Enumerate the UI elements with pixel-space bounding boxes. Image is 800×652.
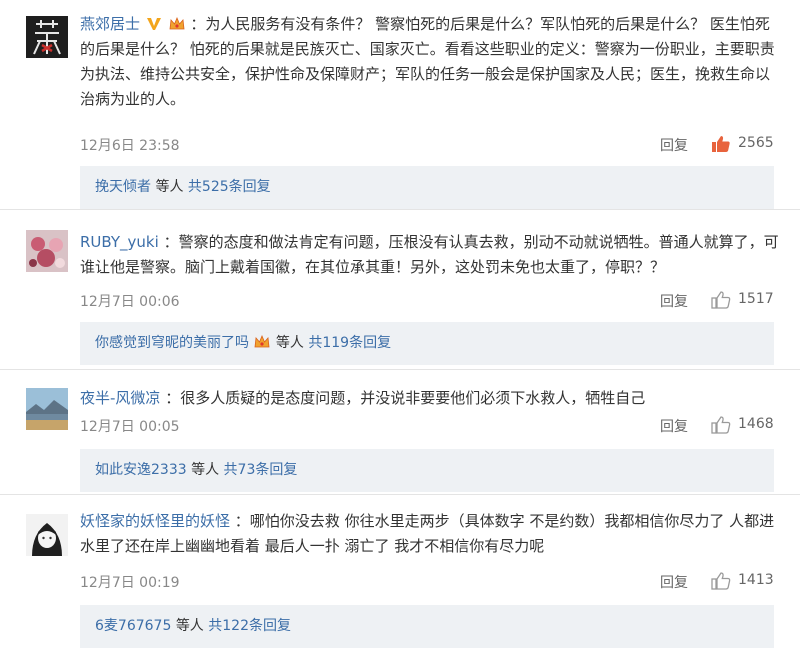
comment-body: 夜半-风微凉 ：很多人质疑的是态度问题，并没说非要要他们必须下水救人，牺牲自己 [80,386,780,411]
reply-summary-suffix: 等人 [155,179,184,195]
reply-summary[interactable]: 你感觉到穹昵的美丽了吗 等人 共119条回复 [80,322,774,365]
avatar[interactable] [26,514,68,556]
comment-username[interactable]: 夜半-风微凉 [80,389,160,407]
crown-badge-icon [169,15,185,31]
comment-meta: 12月7日 00:19 回复 1413 [80,572,780,592]
like-count: 1517 [738,291,774,307]
reply-summary-suffix: 等人 [275,335,304,351]
comment-time: 12月7日 00:19 [80,575,180,591]
comment-text: ：警察的态度和做法肯定有问题，压根没有认真去救，别动不动就说牺牲。普通人就算了，… [80,233,779,276]
reply-button[interactable]: 回复 [660,135,688,155]
reply-button[interactable]: 回复 [660,572,688,592]
avatar[interactable] [26,230,68,272]
like-count: 1413 [738,572,774,588]
reply-summary-suffix: 等人 [191,462,220,478]
thumbs-up-icon [711,572,731,590]
comment-body: RUBY_yuki ：警察的态度和做法肯定有问题，压根没有认真去救，别动不动就说… [80,230,780,280]
thumbs-up-icon [711,291,731,309]
comment-time: 12月6日 23:58 [80,138,180,154]
reply-summary[interactable]: 挽天倾者 等人 共525条回复 [80,166,774,209]
comment-username[interactable]: 燕郊居士 [80,15,140,33]
comment-body: 燕郊居士 ：为人民服务有没有条件？ 警察怕死的后果是什么？军队怕死的后果是什么？… [80,12,780,112]
comment-time: 12月7日 00:05 [80,419,180,435]
comment-meta: 12月6日 23:58 回复 2565 [80,135,780,155]
reply-summary-user[interactable]: 6麦767675 [95,618,171,634]
reply-summary[interactable]: 6麦767675 等人 共122条回复 [80,605,774,648]
reply-summary-suffix: 等人 [175,618,204,634]
like-count: 2565 [738,135,774,151]
like-count: 1468 [738,416,774,432]
reply-summary-total[interactable]: 共122条回复 [208,618,291,634]
comment-item: RUBY_yuki ：警察的态度和做法肯定有问题，压根没有认真去救，别动不动就说… [0,210,800,370]
thumbs-up-icon [712,136,730,152]
v-verified-icon [146,15,162,31]
comment-meta: 12月7日 00:06 回复 1517 [80,291,780,311]
reply-button[interactable]: 回复 [660,291,688,311]
comment-item: 夜半-风微凉 ：很多人质疑的是态度问题，并没说非要要他们必须下水救人，牺牲自己 … [0,370,800,495]
comment-username[interactable]: RUBY_yuki [80,233,159,251]
comment-time: 12月7日 00:06 [80,294,180,310]
reply-summary-user[interactable]: 挽天倾者 [95,179,151,195]
comment-text: ：很多人质疑的是态度问题，并没说非要要他们必须下水救人，牺牲自己 [165,389,646,407]
reply-summary-user[interactable]: 如此安逸2333 [95,462,187,478]
comment-item: 燕郊居士 ：为人民服务有没有条件？ 警察怕死的后果是什么？军队怕死的后果是什么？… [0,0,800,210]
avatar[interactable] [26,388,68,430]
reply-summary-total[interactable]: 共73条回复 [224,462,298,478]
reply-summary-total[interactable]: 共525条回复 [188,179,271,195]
comment-body: 妖怪家的妖怪里的妖怪 ：哪怕你没去救 你往水里走两步（具体数字 不是约数）我都相… [80,509,780,559]
comment-username[interactable]: 妖怪家的妖怪里的妖怪 [80,512,230,530]
avatar[interactable] [26,16,68,58]
reply-summary[interactable]: 如此安逸2333 等人 共73条回复 [80,449,774,492]
reply-summary-total[interactable]: 共119条回复 [308,335,391,351]
crown-badge-icon [254,334,270,350]
reply-button[interactable]: 回复 [660,416,688,436]
comment-meta: 12月7日 00:05 回复 1468 [80,416,780,436]
thumbs-up-icon [711,416,731,434]
reply-summary-user[interactable]: 你感觉到穹昵的美丽了吗 [95,335,249,351]
comment-item: 妖怪家的妖怪里的妖怪 ：哪怕你没去救 你往水里走两步（具体数字 不是约数）我都相… [0,495,800,652]
